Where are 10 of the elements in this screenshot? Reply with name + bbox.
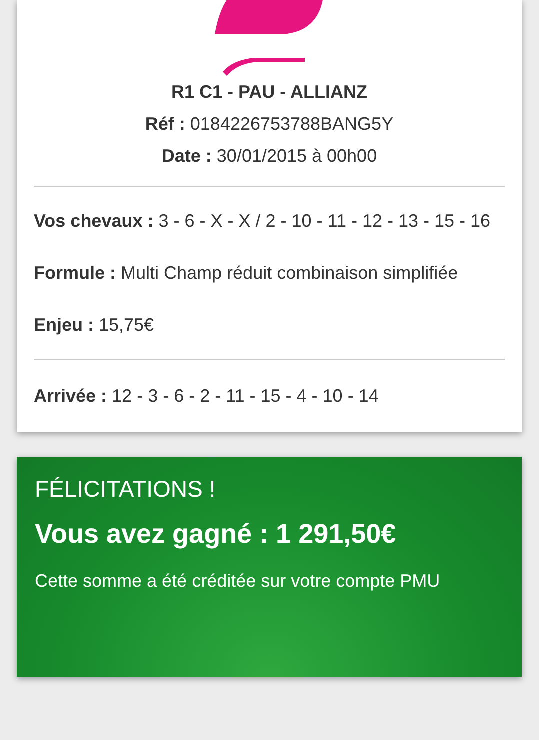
banner-title: FÉLICITATIONS ! xyxy=(35,475,217,504)
bet-detail: Vos chevaux : 3 - 6 - X - X / 2 - 10 - 11 - 12 - 13 - 15 - 16 xyxy=(34,210,492,233)
winnings-amount: Vous avez gagné : 1 291,50€ xyxy=(35,518,398,551)
date-text: Date : 30/01/2015 à 00h00 xyxy=(160,145,378,168)
bet-detail: Formule : Multi Champ réduit combinaison simplifiée xyxy=(34,262,460,285)
arrival-text: Arrivée : 12 - 3 - 6 - 2 - 11 - 15 - 4 - 10 - 14 xyxy=(34,385,380,408)
bet-detail: Enjeu : 15,75€ xyxy=(34,314,156,337)
banner-message: Cette somme a été créditée sur votre compte PMU xyxy=(35,570,442,593)
race-title: R1 C1 - PAU - ALLIANZ xyxy=(170,81,368,104)
reference-text: Réf : 0184226753788BANG5Y xyxy=(144,113,395,136)
